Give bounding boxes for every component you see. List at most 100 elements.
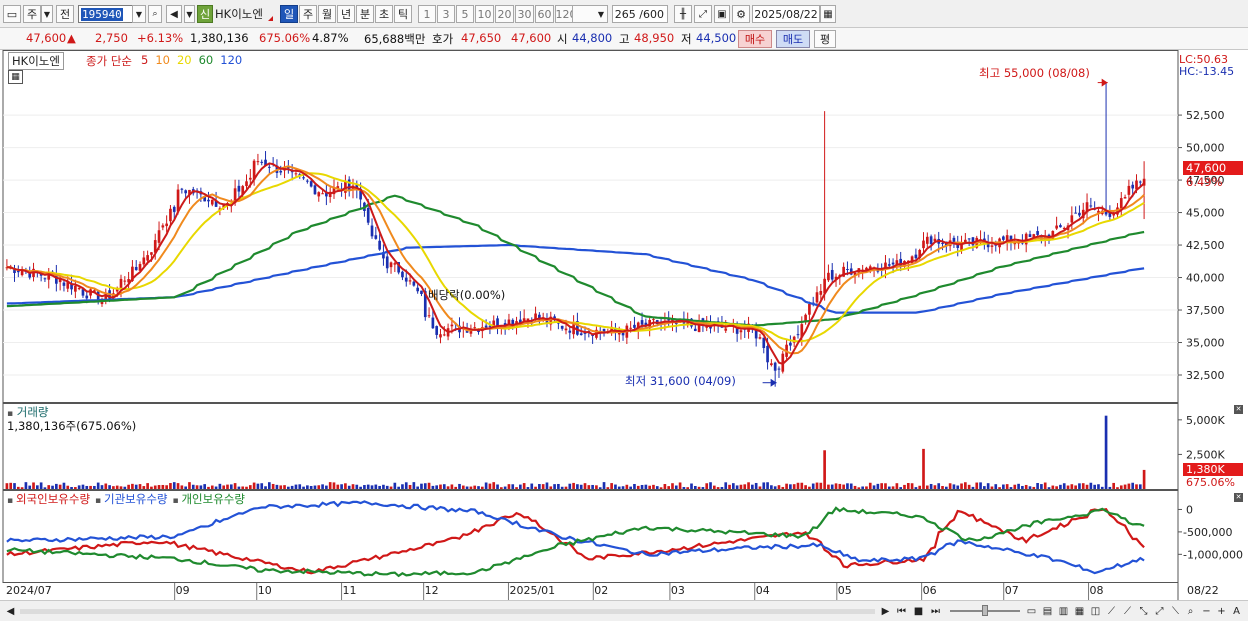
volume-bar <box>328 482 332 489</box>
volume-bar <box>617 486 621 489</box>
period-tab-3[interactable]: 년 <box>337 5 355 23</box>
interval-tab-2[interactable]: 5 <box>456 5 474 23</box>
interval-tab-0[interactable]: 1 <box>418 5 436 23</box>
code-dropdown-icon[interactable]: ▼ <box>132 5 146 23</box>
period-tab-0[interactable]: 일 <box>280 5 298 23</box>
search-icon[interactable]: ⌕ <box>148 5 162 23</box>
line-tool-icon-2[interactable]: ⟋ <box>1120 604 1135 619</box>
x-axis-label: 03 <box>670 584 685 597</box>
scroll-left-icon[interactable]: ◀ <box>3 604 18 619</box>
speaker-icon[interactable]: ◀ <box>166 5 182 23</box>
volume-bar <box>214 486 218 489</box>
volume-bar <box>366 484 370 489</box>
x-axis-end-label: 08/22 <box>1187 584 1219 597</box>
volume-bar <box>264 486 267 489</box>
period-tab-6[interactable]: 틱 <box>394 5 412 23</box>
volume-bar <box>887 486 891 489</box>
speaker-dropdown-icon[interactable]: ▼ <box>184 5 195 23</box>
candle-body <box>1074 212 1077 214</box>
volume-bar <box>1074 485 1077 489</box>
draw-tool-icon[interactable]: ⤢ <box>694 5 712 23</box>
rewind-icon[interactable]: ⏮ <box>894 604 909 619</box>
volume-bar <box>941 486 944 489</box>
period-tab-2[interactable]: 월 <box>318 5 336 23</box>
volume-bar <box>1131 482 1135 489</box>
stock-chart[interactable]: 52,50050,00047,50045,00042,50040,00037,5… <box>0 50 1248 600</box>
period-tab-5[interactable]: 초 <box>375 5 393 23</box>
zoom-in-icon[interactable]: + <box>1214 604 1229 619</box>
line-tool-icon-5[interactable]: ⟍ <box>1168 604 1183 619</box>
window-menu-icon[interactable]: ▭ <box>3 5 21 23</box>
volume-bar <box>579 484 583 489</box>
grid-toggle-icon[interactable]: ▦ <box>8 70 23 84</box>
calendar-icon[interactable]: ▦ <box>820 5 836 23</box>
volume-bar <box>138 484 142 489</box>
interval-dropdown[interactable]: ▼ <box>572 5 608 23</box>
volume-bar <box>815 482 819 489</box>
view-mode-icon-4[interactable]: ▦ <box>1072 604 1087 619</box>
play-icon[interactable]: ⏭ <box>928 604 943 619</box>
volume-bar <box>378 485 381 489</box>
volume-bar <box>1123 484 1127 489</box>
x-axis-label: 05 <box>837 584 852 597</box>
volume-bar <box>191 484 195 489</box>
volume-bar <box>606 487 610 489</box>
volume-bar <box>108 485 111 489</box>
interval-tab-4[interactable]: 20 <box>495 5 514 23</box>
prev-button[interactable]: 전 <box>56 5 74 23</box>
font-size-icon[interactable]: A <box>1229 604 1244 619</box>
zoom-search-icon[interactable]: ⌕ <box>1183 604 1198 619</box>
volume-bar <box>792 484 796 489</box>
period-selector[interactable]: 주 <box>23 5 41 23</box>
zoom-out-icon[interactable]: − <box>1199 604 1214 619</box>
evaluation-button[interactable]: 평 <box>814 30 836 48</box>
date-input[interactable]: 2025/08/22 <box>752 5 820 23</box>
interval-tab-6[interactable]: 60 <box>535 5 554 23</box>
period-tab-4[interactable]: 분 <box>356 5 374 23</box>
period-tab-1[interactable]: 주 <box>299 5 317 23</box>
view-mode-icon-5[interactable]: ◫ <box>1088 604 1103 619</box>
chart-stock-label[interactable]: HK이노엔 <box>8 52 64 70</box>
volume-bar <box>43 487 47 489</box>
volume-bar <box>20 487 24 489</box>
candle-body <box>248 177 252 180</box>
view-mode-icon-3[interactable]: ▥ <box>1056 604 1071 619</box>
count-display[interactable]: 265 /600 <box>612 5 668 23</box>
volume-bar <box>872 485 876 489</box>
scroll-track[interactable] <box>20 609 875 614</box>
zoom-slider-handle[interactable] <box>982 605 988 616</box>
min-price-annotation: 최저 31,600 (04/09) <box>625 374 736 388</box>
volume-bar <box>587 485 591 489</box>
interval-tab-1[interactable]: 3 <box>437 5 455 23</box>
volume-bar <box>157 485 161 489</box>
favorite-badge[interactable]: 신 <box>197 5 213 23</box>
volume-bar <box>747 482 750 489</box>
volume-bar <box>541 484 545 489</box>
period-dropdown-icon[interactable]: ▼ <box>41 5 53 23</box>
save-icon[interactable]: ▣ <box>714 5 730 23</box>
stop-icon[interactable]: ■ <box>911 604 926 619</box>
candle-body <box>416 287 419 292</box>
view-mode-icon-2[interactable]: ▤ <box>1040 604 1055 619</box>
holding-close-icon[interactable]: ✕ <box>1234 493 1243 502</box>
buy-button[interactable]: 매수 <box>738 30 772 48</box>
volume-close-icon[interactable]: ✕ <box>1234 405 1243 414</box>
line-tool-icon-1[interactable]: ⟋ <box>1104 604 1119 619</box>
stock-name[interactable]: HK이노엔 <box>215 6 263 22</box>
sell-button[interactable]: 매도 <box>776 30 810 48</box>
scroll-right-icon[interactable]: ▶ <box>878 604 893 619</box>
candle-body <box>389 262 393 268</box>
candle-body <box>435 326 439 335</box>
view-mode-icon-1[interactable]: ▭ <box>1024 604 1039 619</box>
volume-bar <box>127 484 130 489</box>
volume-value: 1,380,136 <box>190 31 249 45</box>
settings-gear-icon[interactable]: ⚙ <box>732 5 750 23</box>
line-tool-icon-4[interactable]: ⤢ <box>1152 604 1167 619</box>
interval-tab-3[interactable]: 10 <box>475 5 494 23</box>
interval-tab-5[interactable]: 30 <box>515 5 534 23</box>
volume-bar <box>203 484 207 489</box>
volume-bar <box>918 485 922 489</box>
line-tool-icon-3[interactable]: ⤡ <box>1136 604 1151 619</box>
evaluation-button-label: 평 <box>819 33 831 46</box>
candle-type-icon[interactable]: ╫ <box>674 5 692 23</box>
